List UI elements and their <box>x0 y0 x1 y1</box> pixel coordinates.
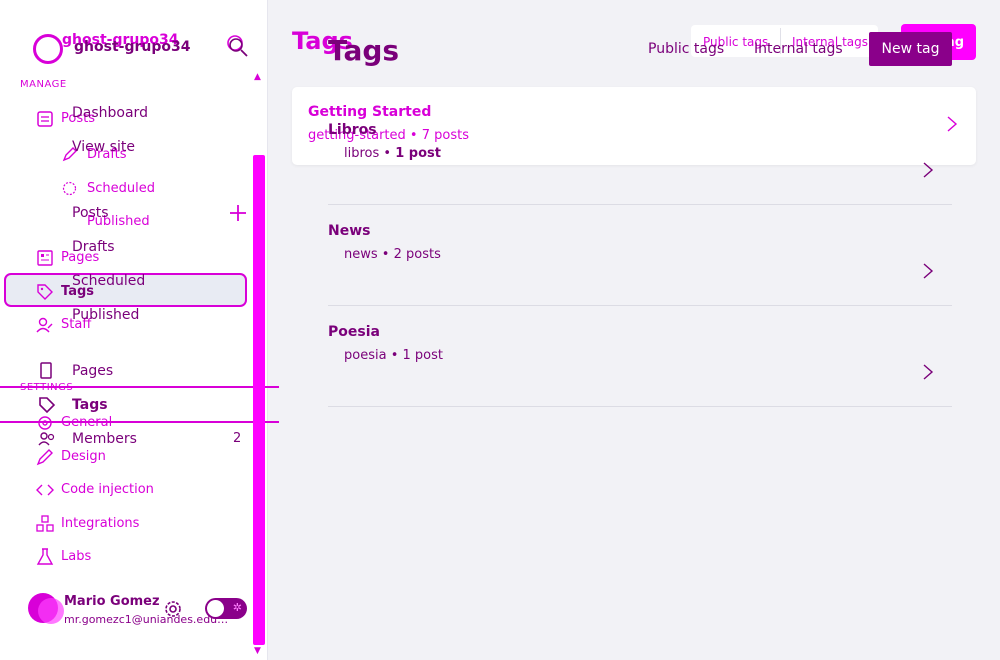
tag-name[interactable]: Libros <box>328 122 377 138</box>
manage-section-label: MANAGE <box>20 79 67 90</box>
clock-icon <box>62 181 77 196</box>
staff-icon <box>36 317 53 333</box>
sidebar-item-label: General <box>61 415 113 430</box>
site-logo-icon[interactable] <box>33 34 63 64</box>
sidebar-item-scheduled-alt[interactable]: Scheduled <box>72 273 145 289</box>
search-icon[interactable] <box>226 34 248 58</box>
tag-name[interactable]: Getting Started <box>308 104 431 120</box>
chevron-right-icon[interactable] <box>946 115 958 133</box>
sidebar-item-tags-alt[interactable]: Tags <box>72 397 108 413</box>
gear-icon[interactable] <box>162 598 184 620</box>
members-count: 2 <box>233 431 242 446</box>
user-email: mr.gomezc1@uniandes.edu.co <box>64 613 229 626</box>
sidebar-item-pages-alt[interactable]: Pages <box>72 363 113 379</box>
tag-meta: libros • 1 post <box>344 146 441 161</box>
tag-slug: poesia <box>344 348 387 363</box>
sidebar-item-dashboard[interactable]: Dashboard <box>72 105 148 121</box>
sidebar-item-members[interactable]: Members <box>72 431 137 447</box>
settings-icon <box>38 416 52 430</box>
chevron-right-icon[interactable] <box>922 262 934 280</box>
tag-name[interactable]: Poesia <box>328 324 380 340</box>
settings-section-label: SETTINGS <box>20 382 74 393</box>
chevron-right-icon[interactable] <box>922 161 934 179</box>
tag-count: 7 posts <box>421 128 469 143</box>
tag-meta: news • 2 posts <box>344 247 441 262</box>
row-divider <box>328 406 952 407</box>
scroll-down-arrow[interactable]: ▼ <box>254 646 261 656</box>
sidebar-item-label: Integrations <box>61 516 140 531</box>
sun-icon: ✲ <box>232 601 242 614</box>
scroll-up-arrow[interactable]: ▲ <box>254 72 261 82</box>
add-post-icon[interactable] <box>229 204 247 222</box>
new-tag-button-overlay[interactable]: New tag <box>869 32 952 66</box>
row-divider <box>328 305 952 306</box>
tag-count: 2 posts <box>393 247 441 262</box>
tag-icon <box>37 284 53 300</box>
sidebar-item-published-alt[interactable]: Published <box>72 307 139 323</box>
pages-icon <box>37 250 53 266</box>
sidebar-item-label: Scheduled <box>87 181 155 196</box>
sidebar-scrollbar-thumb[interactable] <box>253 155 265 645</box>
chevron-right-icon[interactable] <box>922 363 934 381</box>
tag-alt-icon <box>39 397 56 414</box>
integrations-icon <box>36 515 54 532</box>
tag-slug: news <box>344 247 378 262</box>
user-name[interactable]: Mario Gomez <box>64 594 160 609</box>
row-divider <box>328 204 952 205</box>
tag-meta: poesia • 1 post <box>344 348 443 363</box>
page-title-overlay: Tags <box>328 34 400 67</box>
code-icon <box>36 484 54 496</box>
site-title-overlay[interactable]: ghost-grupo34 <box>74 39 190 55</box>
members-icon <box>38 432 55 446</box>
sidebar-item-label: Code injection <box>61 482 154 497</box>
pages-alt-icon <box>40 362 52 379</box>
sidebar: ghost-grupo34 ghost-grupo34 MANAGE Posts… <box>0 0 279 660</box>
brush-icon <box>36 449 53 466</box>
tag-count: 1 post <box>395 146 441 161</box>
tab-public-tags-alt[interactable]: Public tags <box>648 41 724 57</box>
sidebar-item-label: Labs <box>61 549 92 564</box>
avatar-overlay <box>38 598 64 624</box>
page: ghost-grupo34 ghost-grupo34 MANAGE Posts… <box>0 0 1000 660</box>
posts-icon <box>37 111 53 127</box>
sidebar-item-drafts-alt[interactable]: Drafts <box>72 239 115 255</box>
sidebar-item-view-site[interactable]: View site <box>72 139 135 155</box>
tag-slug: libros <box>344 146 380 161</box>
tag-name[interactable]: News <box>328 223 370 239</box>
dark-mode-toggle[interactable]: ✲ <box>205 598 247 619</box>
sidebar-item-label: Design <box>61 449 106 464</box>
toggle-knob <box>207 600 224 617</box>
flask-icon <box>36 548 54 565</box>
sidebar-item-posts-alt[interactable]: Posts <box>72 205 109 221</box>
tag-count: 1 post <box>402 348 443 363</box>
tab-internal-tags-alt[interactable]: Internal tags <box>754 41 843 57</box>
